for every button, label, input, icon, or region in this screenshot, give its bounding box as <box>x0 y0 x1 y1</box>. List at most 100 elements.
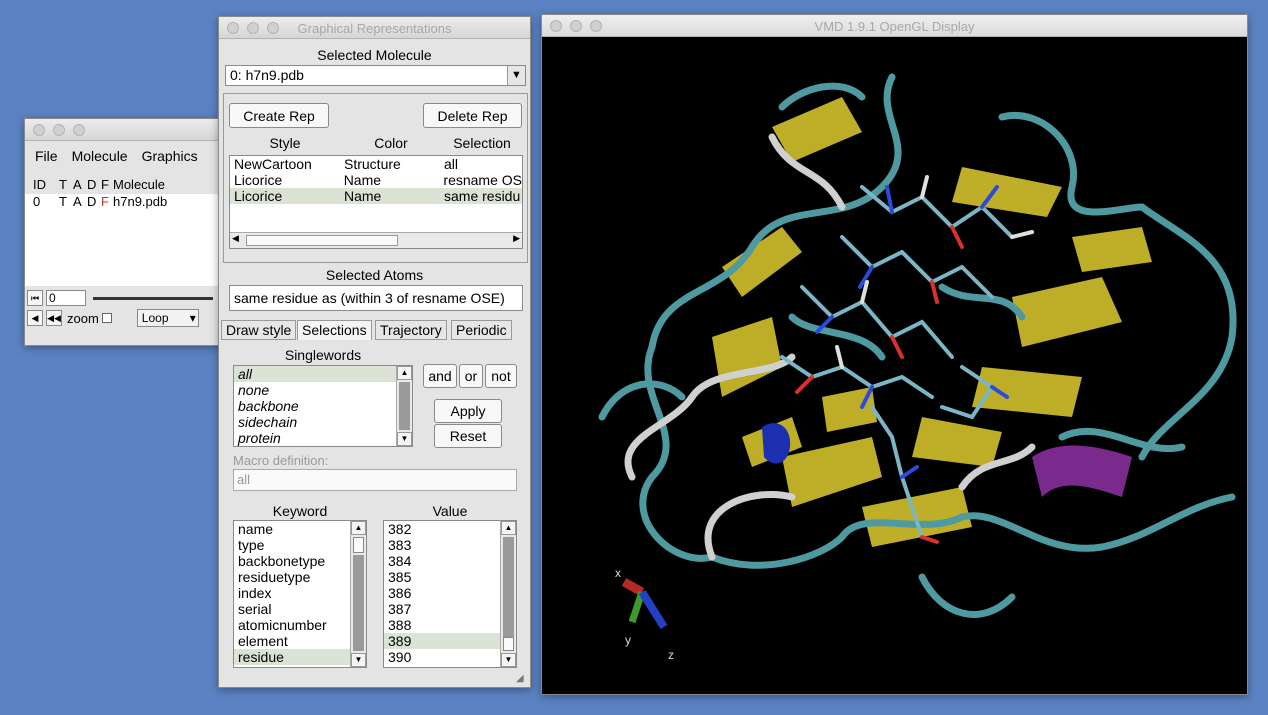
main-menubar: File Molecule Graphics <box>25 141 223 171</box>
create-rep-button[interactable]: Create Rep <box>229 103 329 128</box>
loop-select[interactable]: Loop ▾ <box>136 309 199 327</box>
keyword-item[interactable]: element <box>234 633 366 649</box>
reps-tabs: Draw style Selections Trajectory Periodi… <box>221 320 531 342</box>
reset-button[interactable]: Reset <box>434 424 502 448</box>
or-button[interactable]: or <box>459 364 483 388</box>
selected-atoms-label: Selected Atoms <box>325 267 424 283</box>
keyword-item[interactable]: residue <box>234 649 366 665</box>
zoom-window-icon[interactable] <box>73 124 85 136</box>
tab-periodic[interactable]: Periodic <box>451 320 512 340</box>
apply-button[interactable]: Apply <box>434 399 502 423</box>
minimize-icon[interactable] <box>53 124 65 136</box>
vmd-main-window: File Molecule Graphics ID T A D F Molecu… <box>24 118 224 346</box>
keyword-item[interactable]: residuetype <box>234 569 366 585</box>
col-d: D <box>87 177 97 192</box>
animation-row: ⏮ 0 <box>25 288 223 308</box>
rep-color: Structure <box>344 156 401 172</box>
mol-fixed-flag[interactable]: F <box>101 194 113 209</box>
singlewords-label: Singlewords <box>284 347 362 363</box>
reps-title: Graphical Representations <box>297 21 452 36</box>
mol-active-flag[interactable]: A <box>73 194 87 209</box>
scroll-thumb[interactable] <box>399 382 410 430</box>
rep-selection: all <box>444 156 459 172</box>
molecule-viewport[interactable]: x y z <box>542 37 1247 694</box>
scroll-up-icon[interactable]: ▲ <box>501 521 516 535</box>
keyword-item[interactable]: type <box>234 537 366 553</box>
scroll-track[interactable] <box>353 555 364 651</box>
close-icon[interactable] <box>33 124 45 136</box>
frame-slider[interactable] <box>93 296 213 300</box>
step-back-icon[interactable]: ◀ <box>27 310 43 326</box>
goto-start-icon[interactable]: ⏮ <box>27 290 43 306</box>
value-item[interactable]: 390 <box>384 649 516 665</box>
scroll-up-icon[interactable]: ▲ <box>351 521 366 535</box>
value-item[interactable]: 388 <box>384 617 516 633</box>
reps-hscrollbar[interactable]: ◀ ▶ <box>230 232 522 248</box>
value-item[interactable]: 382 <box>384 521 516 537</box>
value-scrollbar[interactable]: ▲ ▼ <box>500 521 516 667</box>
scroll-left-icon[interactable]: ◀ <box>232 233 239 244</box>
value-item[interactable]: 383 <box>384 537 516 553</box>
value-item[interactable]: 386 <box>384 585 516 601</box>
value-item[interactable]: 385 <box>384 569 516 585</box>
singleword-item[interactable]: backbone <box>234 398 412 414</box>
singleword-item[interactable]: all <box>234 366 412 382</box>
scroll-thumb[interactable] <box>503 637 514 651</box>
macro-definition-input[interactable]: all <box>233 469 517 491</box>
singleword-item[interactable]: sidechain <box>234 414 412 430</box>
tab-trajectory[interactable]: Trajectory <box>375 320 447 340</box>
scroll-right-icon[interactable]: ▶ <box>513 233 520 244</box>
menu-graphics[interactable]: Graphics <box>142 148 198 164</box>
keyword-item[interactable]: atomicnumber <box>234 617 366 633</box>
resize-grip-icon[interactable]: ◢ <box>516 673 528 685</box>
scroll-thumb[interactable] <box>246 235 398 246</box>
frame-input[interactable]: 0 <box>46 290 86 306</box>
singleword-item[interactable]: protein <box>234 430 412 446</box>
value-item[interactable]: 387 <box>384 601 516 617</box>
delete-rep-button[interactable]: Delete Rep <box>423 103 522 128</box>
selected-atoms-input[interactable]: same residue as (within 3 of resname OSE… <box>229 285 523 311</box>
tab-selections[interactable]: Selections <box>297 320 372 340</box>
rep-color: Name <box>343 172 382 188</box>
singleword-item[interactable]: none <box>234 382 412 398</box>
keyword-item[interactable]: backbonetype <box>234 553 366 569</box>
value-item[interactable]: 389 <box>384 633 516 649</box>
scroll-down-icon[interactable]: ▼ <box>397 432 412 446</box>
value-item[interactable]: 384 <box>384 553 516 569</box>
reps-list: NewCartoon Structure all Licorice Name r… <box>229 155 523 249</box>
not-button[interactable]: not <box>485 364 517 388</box>
playback-row: ◀ ◀◀ zoom Loop ▾ <box>25 308 223 328</box>
keyword-item[interactable]: name <box>234 521 366 537</box>
keyword-scrollbar[interactable]: ▲ ▼ <box>350 521 366 667</box>
and-button[interactable]: and <box>423 364 457 388</box>
tab-draw-style[interactable]: Draw style <box>221 320 297 340</box>
rep-row[interactable]: Licorice Name same residu <box>230 188 522 204</box>
rep-row[interactable]: NewCartoon Structure all <box>230 156 522 172</box>
mol-drawn-flag[interactable]: D <box>87 194 101 209</box>
rep-row[interactable]: Licorice Name resname OS <box>230 172 522 188</box>
menu-file[interactable]: File <box>35 148 58 164</box>
molecule-select-value: 0: h7n9.pdb <box>230 67 304 83</box>
molecule-row[interactable]: 0 T A D F h7n9.pdb <box>25 194 223 209</box>
chevron-down-icon[interactable]: ▼ <box>507 66 525 85</box>
col-t: T <box>59 177 67 192</box>
selected-molecule-label: Selected Molecule <box>317 47 432 63</box>
keyword-item[interactable]: serial <box>234 601 366 617</box>
scroll-down-icon[interactable]: ▼ <box>351 653 366 667</box>
axis-y-label: y <box>625 633 631 647</box>
play-reverse-icon[interactable]: ◀◀ <box>46 310 62 326</box>
menu-molecule[interactable]: Molecule <box>72 148 128 164</box>
zoom-label: zoom <box>67 310 99 326</box>
scroll-thumb[interactable] <box>353 537 364 553</box>
axis-z-label: z <box>668 648 674 662</box>
zoom-checkbox[interactable] <box>101 313 112 323</box>
keyword-item[interactable]: index <box>234 585 366 601</box>
molecule-select[interactable]: 0: h7n9.pdb ▼ <box>225 65 526 86</box>
scroll-up-icon[interactable]: ▲ <box>397 366 412 380</box>
opengl-display-window: VMD 1.9.1 OpenGL Display x y z <box>541 14 1248 695</box>
col-f: F <box>101 177 109 192</box>
scroll-down-icon[interactable]: ▼ <box>501 653 516 667</box>
singlewords-scrollbar[interactable]: ▲ ▼ <box>396 366 412 446</box>
mol-top-flag[interactable]: T <box>59 194 73 209</box>
scroll-track[interactable] <box>503 537 514 637</box>
